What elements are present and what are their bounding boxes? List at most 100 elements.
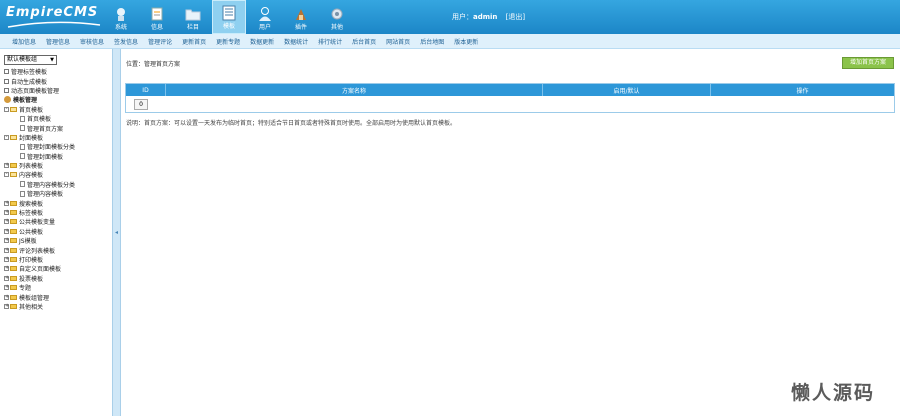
tree-item[interactable]: + 专题: [0, 283, 112, 292]
add-home-scheme-button[interactable]: 增加首页方案: [842, 57, 894, 69]
expand-icon[interactable]: +: [4, 200, 9, 206]
expand-icon[interactable]: +: [4, 238, 9, 244]
expand-icon[interactable]: +: [4, 303, 9, 309]
tree-item-label[interactable]: 打印模板: [19, 255, 43, 264]
top-header: EmpireCMS 系统 信息 栏目 模板 用户 插件 其他 用户：admin …: [0, 0, 900, 34]
subnav-data-update[interactable]: 数据更新: [250, 37, 274, 46]
tree-item[interactable]: 管理内容模板: [0, 189, 112, 198]
tree-item-label[interactable]: 模板组管理: [19, 293, 49, 302]
expand-icon[interactable]: +: [4, 285, 9, 291]
collapse-icon[interactable]: -: [4, 134, 9, 140]
tree-item-label[interactable]: 管理首页方案: [27, 124, 63, 133]
collapse-icon[interactable]: -: [4, 106, 9, 112]
collapse-icon[interactable]: -: [4, 172, 9, 178]
tree-item-label[interactable]: 搜索模板: [19, 199, 43, 208]
tree-item[interactable]: + 公共模板: [0, 227, 112, 236]
subnav-manage-comments[interactable]: 管理评论: [148, 37, 172, 46]
watermark: 懒人源码: [791, 382, 876, 404]
tree-item-label[interactable]: 自动生成模板: [11, 77, 47, 86]
checkbox-icon: [4, 87, 9, 93]
subnav-sign-info[interactable]: 签发信息: [114, 37, 138, 46]
subnav-review-info[interactable]: 审核信息: [80, 37, 104, 46]
template-group-select[interactable]: 默认模板组 ▼: [4, 55, 57, 65]
tree-item-label[interactable]: 评论列表模板: [19, 246, 55, 255]
tree-item-label[interactable]: 公共模板变量: [19, 217, 55, 226]
tree-item[interactable]: + 评论列表模板: [0, 245, 112, 255]
tree-item[interactable]: 管理封面模板: [0, 152, 112, 161]
subnav-manage-info[interactable]: 管理信息: [46, 37, 70, 46]
tree-item-label[interactable]: 自定义页面模板: [19, 264, 61, 273]
tree-item-label[interactable]: 标签模板: [19, 208, 43, 217]
tree-item-label[interactable]: 首页模板: [19, 105, 43, 114]
tree-item-label[interactable]: 管理内容模板分类: [27, 180, 75, 189]
tree-item[interactable]: 动态页面模板管理: [0, 86, 112, 95]
tree-item-label[interactable]: 首页模板: [27, 114, 51, 123]
tree-item-label[interactable]: 管理封面模板: [27, 152, 63, 161]
topnav-user[interactable]: 用户: [248, 0, 282, 34]
expand-icon[interactable]: +: [4, 266, 9, 272]
sidebar-splitter[interactable]: ◂: [112, 49, 121, 416]
topnav-column[interactable]: 栏目: [176, 0, 210, 34]
tree-item-label[interactable]: 专题: [19, 283, 31, 292]
logout-link[interactable]: [退出]: [506, 13, 525, 21]
topnav-system[interactable]: 系统: [104, 0, 138, 34]
tree-item-label[interactable]: 封面模板: [19, 133, 43, 142]
topnav-info[interactable]: 信息: [140, 0, 174, 34]
topnav-other[interactable]: 其他: [320, 0, 354, 34]
expand-icon[interactable]: +: [4, 163, 9, 169]
subnav-site-home[interactable]: 网站首页: [386, 37, 410, 46]
subnav-update-topics[interactable]: 更新专题: [216, 37, 240, 46]
tree-item[interactable]: + 打印模板: [0, 255, 112, 264]
tree-item[interactable]: + JS模板: [0, 236, 112, 245]
expand-icon[interactable]: +: [4, 257, 9, 262]
tree-item-label[interactable]: 管理封面模板分类: [27, 142, 75, 151]
expand-icon[interactable]: +: [4, 247, 9, 253]
tree-item[interactable]: + 列表模板: [0, 161, 112, 170]
tree-item-label[interactable]: 投票模板: [19, 274, 43, 283]
tree-item[interactable]: + 搜索模板: [0, 198, 112, 208]
tree-item[interactable]: + 模板组管理: [0, 292, 112, 302]
tree-item[interactable]: 管理标签模板: [0, 67, 112, 76]
collapse-arrow-icon[interactable]: ◂: [115, 229, 118, 236]
tree-item-label[interactable]: 管理内容模板: [27, 189, 63, 198]
topnav-template[interactable]: 模板: [212, 0, 246, 34]
tree-item[interactable]: 模板管理: [0, 95, 112, 104]
tree-item-label[interactable]: 公共模板: [19, 227, 43, 236]
tree-item-label[interactable]: 其他相关: [19, 302, 43, 311]
subnav-add-info[interactable]: 增加信息: [12, 37, 36, 46]
expand-icon[interactable]: +: [4, 210, 9, 216]
tree-item[interactable]: 首页模板: [0, 114, 112, 123]
submit-button[interactable]: 0: [134, 99, 148, 110]
tree-item[interactable]: 自动生成模板: [0, 76, 112, 86]
tree-item-label[interactable]: 动态页面模板管理: [11, 86, 59, 95]
expand-icon[interactable]: +: [4, 294, 9, 300]
tree-item-label[interactable]: 列表模板: [19, 161, 43, 170]
tree-item-label[interactable]: 管理标签模板: [11, 67, 47, 76]
tree-item[interactable]: 管理内容模板分类: [0, 180, 112, 189]
tree-item-label[interactable]: 模板管理: [13, 95, 37, 104]
tree-item[interactable]: - 内容模板: [0, 170, 112, 179]
topnav-plugin[interactable]: 插件: [284, 0, 318, 34]
subnav-data-stats[interactable]: 数据统计: [284, 37, 308, 46]
tree-item-label[interactable]: JS模板: [19, 236, 37, 245]
tree-item[interactable]: + 投票模板: [0, 274, 112, 283]
tree-item[interactable]: 管理封面模板分类: [0, 142, 112, 151]
subnav-rank-stats[interactable]: 排行统计: [318, 37, 342, 46]
tree-item[interactable]: - 首页模板: [0, 105, 112, 114]
expand-icon[interactable]: +: [4, 275, 9, 281]
subnav-version-update[interactable]: 版本更新: [454, 37, 478, 46]
tree-item[interactable]: 管理首页方案: [0, 123, 112, 133]
tree-item[interactable]: - 封面模板: [0, 133, 112, 142]
subnav-admin-home[interactable]: 后台首页: [352, 37, 376, 46]
subnav-admin-map[interactable]: 后台地图: [420, 37, 444, 46]
empirecms-logo[interactable]: EmpireCMS: [6, 5, 102, 29]
folder-icon: [10, 275, 17, 281]
tree-item[interactable]: + 其他相关: [0, 302, 112, 311]
tree-item[interactable]: + 公共模板变量: [0, 217, 112, 226]
subnav-update-home[interactable]: 更新首页: [182, 37, 206, 46]
tree-item[interactable]: + 标签模板: [0, 208, 112, 217]
tree-item-label[interactable]: 内容模板: [19, 170, 43, 179]
expand-icon[interactable]: +: [4, 228, 9, 234]
expand-icon[interactable]: +: [4, 219, 9, 225]
tree-item[interactable]: + 自定义页面模板: [0, 264, 112, 273]
